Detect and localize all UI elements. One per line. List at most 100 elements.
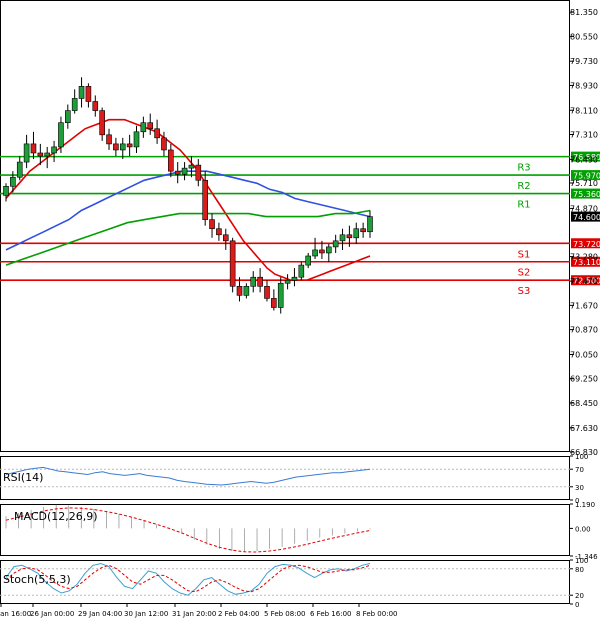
candle-body <box>3 186 9 196</box>
time-label: 29 Jan 04:00 <box>78 610 122 618</box>
price-tick-label: 72.470 <box>570 277 598 286</box>
candle-body <box>16 161 23 178</box>
price-tick-label: 79.730 <box>570 57 598 66</box>
candle-body <box>78 86 85 99</box>
panel-frame <box>0 456 570 500</box>
candle-body <box>243 285 250 296</box>
price-tick-label: 71.670 <box>570 301 598 310</box>
candle-body <box>305 255 311 266</box>
price-tick-label: 70.050 <box>570 350 598 359</box>
price-tick-label: 78.110 <box>570 106 598 115</box>
price-tick-label: 74.870 <box>570 204 598 213</box>
stoch-title: Stoch(5,5,3) <box>3 573 71 586</box>
price-tick-label: 81.350 <box>570 8 598 17</box>
stoch-tick-label: 80 <box>575 566 584 574</box>
price-tick-label: 67.630 <box>570 424 598 433</box>
macd-title: MACD(12,26,9) <box>14 510 98 523</box>
rsi-tick-label: 100 <box>575 453 588 461</box>
time-label: 5 Feb 08:00 <box>264 610 305 618</box>
candle-body <box>161 137 167 151</box>
price-tick-label: 75.710 <box>570 179 598 188</box>
candlesticks <box>3 77 373 314</box>
time-label: Jan 16:00 <box>0 610 31 618</box>
candle-body <box>154 128 160 139</box>
level-name-s1: S1 <box>518 249 531 260</box>
candle-body <box>71 98 78 111</box>
time-label: 30 Jan 12:00 <box>124 610 168 618</box>
rsi-title: RSI(14) <box>3 471 43 484</box>
level-name-r1: R1 <box>517 200 530 211</box>
candle-body <box>298 264 305 278</box>
price-tick-label: 68.450 <box>570 399 598 408</box>
candle-body <box>216 228 222 236</box>
candle-body <box>147 122 154 130</box>
candle-body <box>92 101 99 111</box>
candle-body <box>23 143 30 163</box>
candle-body <box>250 276 257 287</box>
stoch-tick-label: 0 <box>575 601 579 609</box>
panel-frame <box>0 0 570 452</box>
level-badge-label-r1: 75.360 <box>573 190 600 199</box>
candle-body <box>312 249 318 257</box>
candle-body <box>284 279 291 284</box>
candle-body <box>119 143 126 151</box>
price-axis: 81.350 80.550 79.730 78.930 78.110 77.310 76.4… <box>570 8 598 457</box>
level-badge-label-s1: 73.720 <box>573 240 600 249</box>
candle-body <box>126 143 133 148</box>
candle-body <box>236 285 243 296</box>
price-tick-label: 73.280 <box>570 253 598 262</box>
candle-body <box>99 110 105 136</box>
stoch-tick-label: 100 <box>575 557 588 565</box>
candle-body <box>264 285 270 299</box>
candle-body <box>339 234 346 242</box>
price-tick-label: 76.490 <box>570 155 598 164</box>
macd-tick-label: 0.00 <box>575 525 591 533</box>
candle-body <box>113 143 119 151</box>
candle-body <box>181 167 188 175</box>
candle-body <box>174 170 181 175</box>
stoch-panel: 10080 200 Stoch(5,5,3) <box>0 557 588 609</box>
rsi-tick-label: 30 <box>575 484 584 492</box>
stoch-tick-label: 20 <box>575 592 584 600</box>
time-axis: Jan 16:0026 Jan 00:00 29 Jan 04:00 30 Jan … <box>0 604 397 618</box>
time-label: 31 Jan 20:00 <box>172 610 216 618</box>
candle-body <box>202 179 208 220</box>
candle-body <box>188 164 195 169</box>
time-label: 6 Feb 16:00 <box>310 610 351 618</box>
candle-body <box>65 110 71 123</box>
candle-body <box>106 134 112 145</box>
candle-body <box>325 246 332 254</box>
panel-frame <box>0 560 570 604</box>
time-label: 2 Feb 04:00 <box>218 610 259 618</box>
candle-body <box>222 234 229 242</box>
candle-body <box>51 146 57 154</box>
rsi-line <box>5 466 371 486</box>
price-tick-label: 70.870 <box>570 326 598 335</box>
candle-body <box>133 131 140 148</box>
candle-body <box>44 152 51 157</box>
macd-tick-label: 1.190 <box>575 501 595 509</box>
candle-body <box>346 234 353 239</box>
level-name-s2: S2 <box>518 268 531 279</box>
candle-body <box>168 149 174 172</box>
candle-body <box>332 240 339 248</box>
time-label: 8 Feb 00:00 <box>356 610 397 618</box>
candle-body <box>319 249 325 254</box>
candle-body <box>10 176 16 187</box>
candle-body <box>257 276 263 287</box>
candle-body <box>360 228 366 233</box>
rsi-tick-label: 70 <box>575 466 584 474</box>
macd-panel: 1.1900.00-1.346MACD(12,26,9) <box>5 501 598 561</box>
candle-body <box>209 219 215 230</box>
price-tick-label: 69.250 <box>570 375 598 384</box>
current-price-label: 74.600 <box>573 213 600 222</box>
rsi-panel: 10070300RSI(14) <box>0 453 588 505</box>
candle-body <box>353 228 360 239</box>
candle-body <box>271 298 277 308</box>
price-tick-label: 80.550 <box>570 32 598 41</box>
candle-body <box>291 276 298 281</box>
forex-chart: R376.580R275.970R175.360S173.720S273.110… <box>0 0 600 618</box>
level-name-r3: R3 <box>517 163 530 174</box>
candle-body <box>229 240 236 287</box>
candle-body <box>195 164 202 181</box>
